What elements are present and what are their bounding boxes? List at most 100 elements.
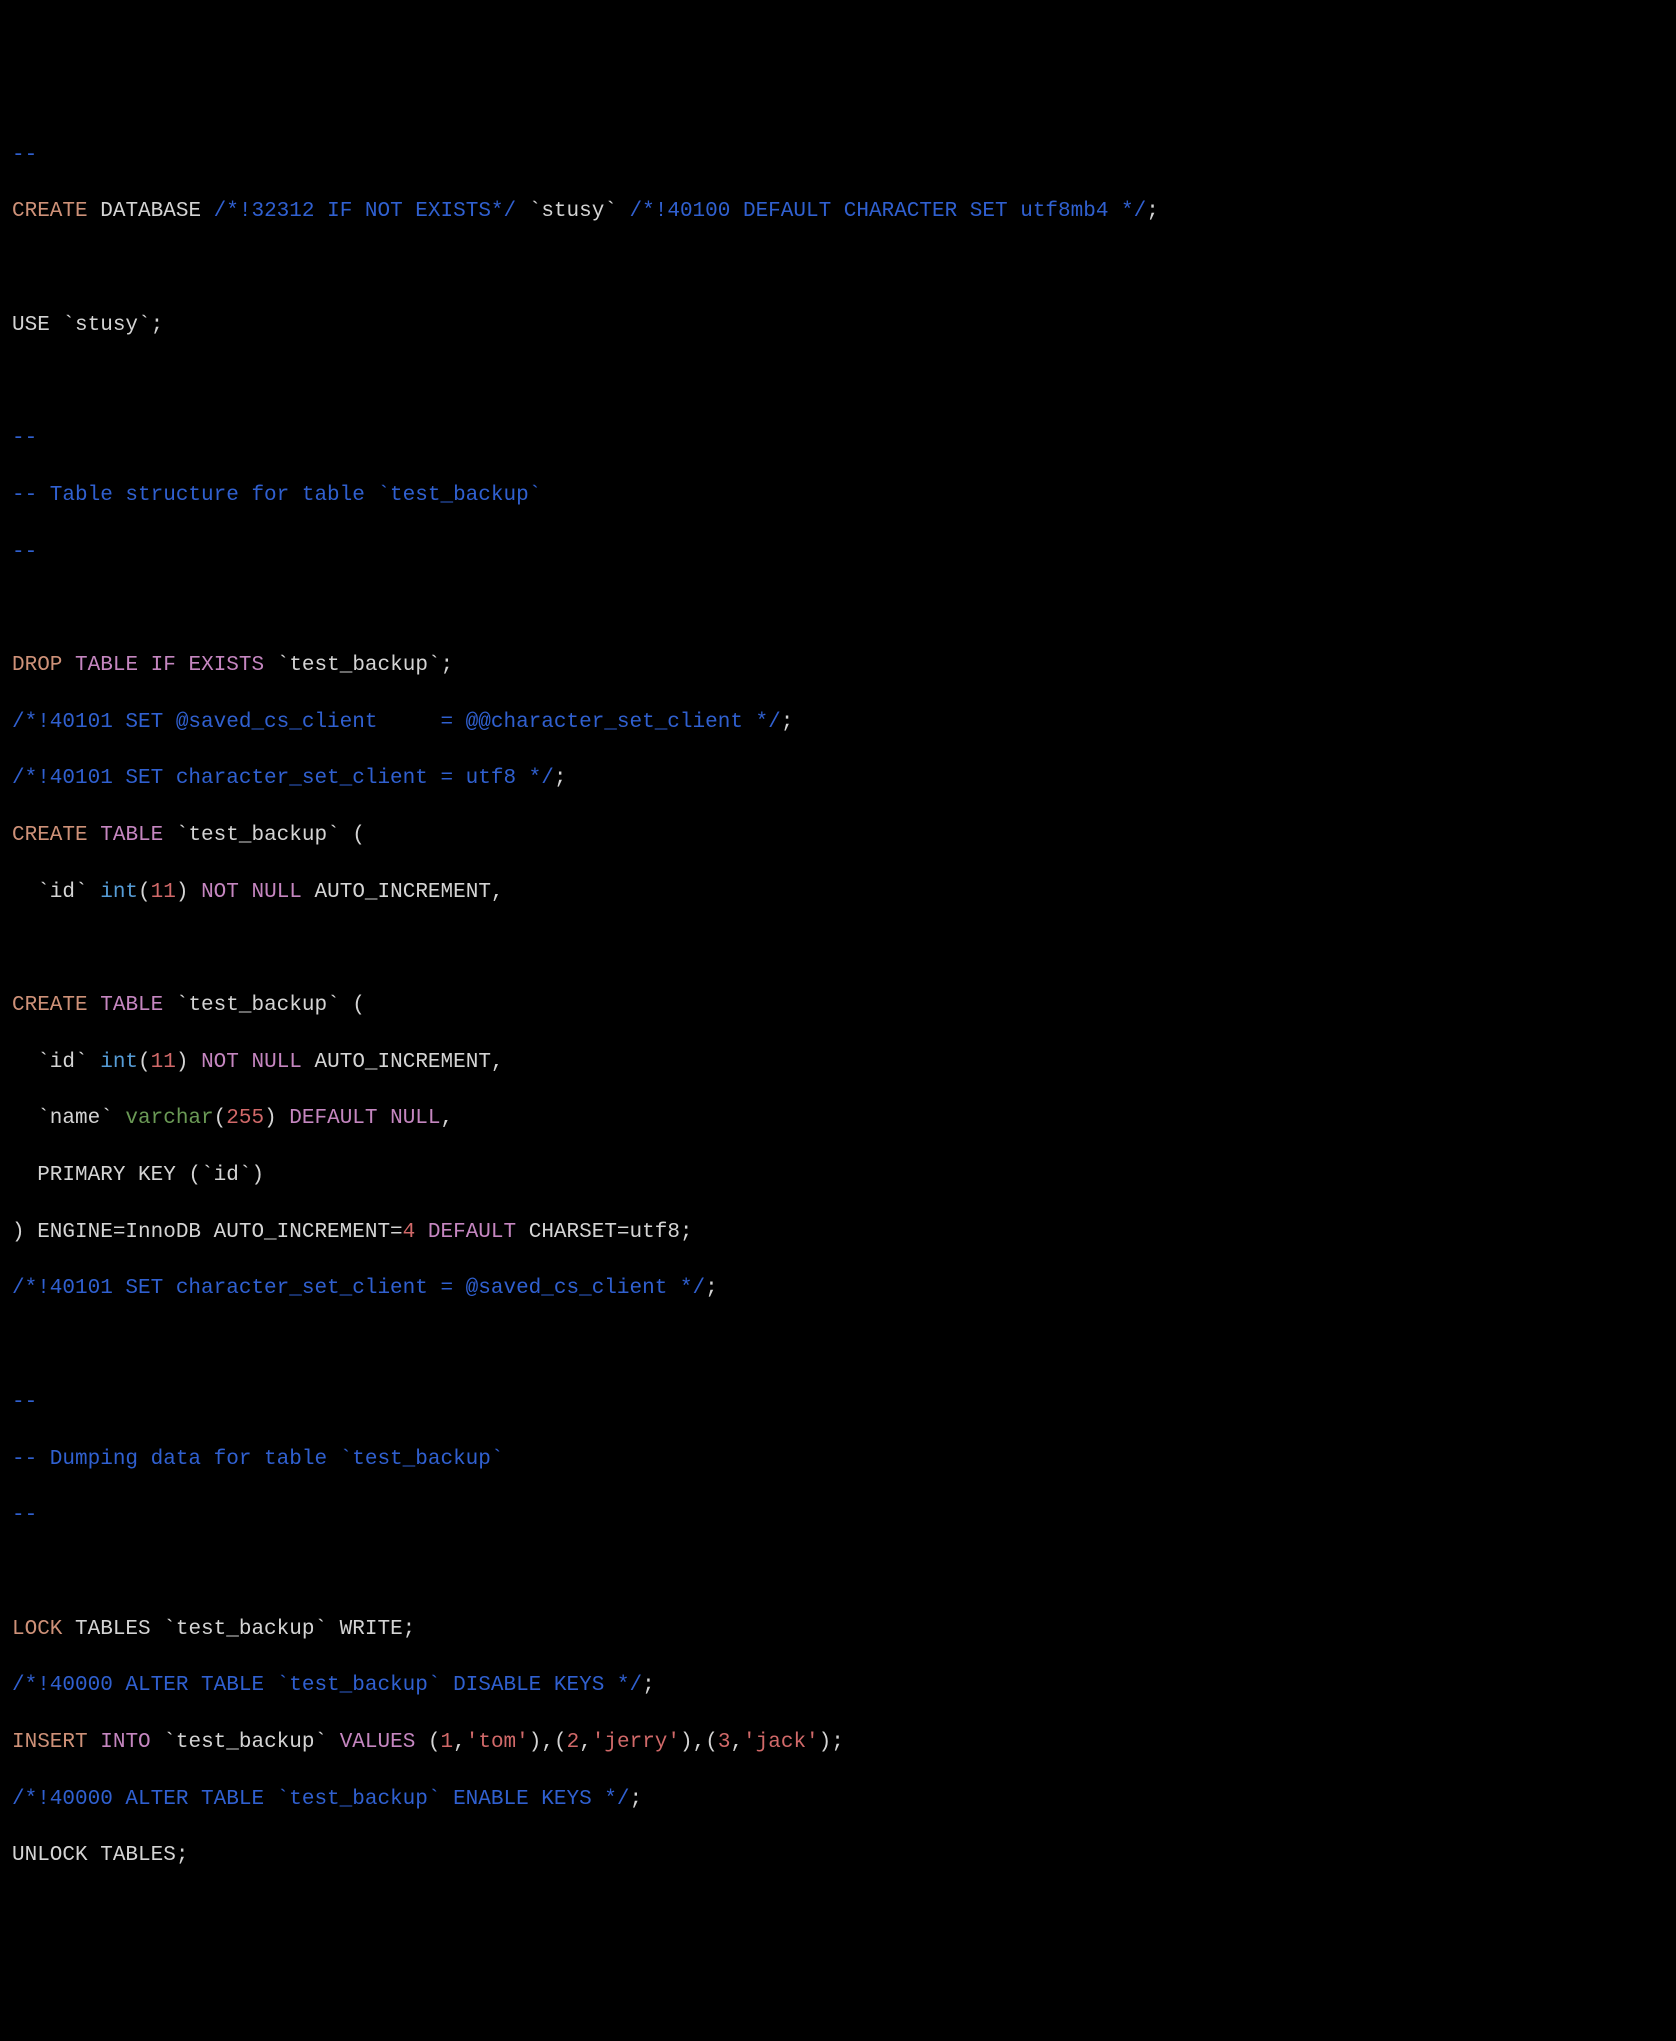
code-line-blank <box>12 1332 1664 1360</box>
sql-column-name: `name` <box>12 1107 125 1130</box>
code-line: DROP TABLE IF EXISTS `test_backup`; <box>12 652 1664 680</box>
sql-conditional-comment: /*!40100 DEFAULT CHARACTER SET utf8mb4 *… <box>630 200 1147 223</box>
sql-comment: -- <box>12 1504 37 1527</box>
sql-type-varchar: varchar <box>125 1107 213 1130</box>
sql-keyword-values: VALUES <box>340 1731 416 1754</box>
sql-type-int: int <box>100 881 138 904</box>
sql-keyword-database: DATABASE <box>100 200 201 223</box>
code-line: -- <box>12 1502 1664 1530</box>
sql-punct: ) <box>176 1051 201 1074</box>
code-line: /*!40101 SET character_set_client = utf8… <box>12 765 1664 793</box>
sql-keyword-if: IF <box>151 654 176 677</box>
sql-punct: ); <box>819 1731 844 1754</box>
sql-keyword-create: CREATE <box>12 200 88 223</box>
sql-comment: -- Dumping data for table `test_backup` <box>12 1448 503 1471</box>
code-line: /*!40000 ALTER TABLE `test_backup` ENABL… <box>12 1786 1664 1814</box>
sql-identifier: `test_backup` <box>151 1731 340 1754</box>
sql-punct: ; <box>554 767 567 790</box>
sql-keyword-table: TABLE <box>100 994 163 1017</box>
sql-punct: , <box>441 1107 454 1130</box>
sql-keyword-null: NULL <box>239 1051 302 1074</box>
sql-column-id: `id` <box>12 881 100 904</box>
sql-keyword-exists: EXISTS <box>188 654 264 677</box>
sql-identifier: `test_backup` ( <box>163 994 365 1017</box>
sql-comment: -- <box>12 427 37 450</box>
code-line: -- <box>12 539 1664 567</box>
sql-number: 3 <box>718 1731 731 1754</box>
sql-comment: -- <box>12 541 37 564</box>
sql-unlock-tables: UNLOCK TABLES; <box>12 1844 188 1867</box>
sql-keyword-create: CREATE <box>12 824 88 847</box>
sql-auto-increment: AUTO_INCREMENT, <box>302 881 504 904</box>
sql-punct: ),( <box>680 1731 718 1754</box>
sql-code-viewer: -- CREATE DATABASE /*!32312 IF NOT EXIST… <box>0 113 1676 1899</box>
sql-punct: , <box>579 1731 592 1754</box>
sql-type-int: int <box>100 1051 138 1074</box>
sql-conditional-comment: /*!40000 ALTER TABLE `test_backup` DISAB… <box>12 1674 642 1697</box>
sql-keyword-into: INTO <box>100 1731 150 1754</box>
sql-punct: ) <box>176 881 201 904</box>
code-line: -- <box>12 142 1664 170</box>
sql-punct: ; <box>705 1277 718 1300</box>
sql-keyword-lock: LOCK <box>12 1618 62 1641</box>
sql-string: 'tom' <box>466 1731 529 1754</box>
code-line-blank <box>12 255 1664 283</box>
sql-number: 1 <box>441 1731 454 1754</box>
sql-comment: -- <box>12 1391 37 1414</box>
sql-punct: ; <box>781 711 794 734</box>
code-line: CREATE DATABASE /*!32312 IF NOT EXISTS*/… <box>12 198 1664 226</box>
sql-punct: ( <box>214 1107 227 1130</box>
sql-punct: ( <box>138 1051 151 1074</box>
sql-charset: CHARSET=utf8; <box>516 1221 692 1244</box>
sql-keyword-table: TABLE <box>100 824 163 847</box>
sql-keyword-create: CREATE <box>12 994 88 1017</box>
sql-table-opts: ) ENGINE=InnoDB AUTO_INCREMENT= <box>12 1221 403 1244</box>
sql-primary-key: PRIMARY KEY (`id`) <box>12 1164 264 1187</box>
code-line: -- <box>12 425 1664 453</box>
sql-punct: ),( <box>529 1731 567 1754</box>
code-line: ) ENGINE=InnoDB AUTO_INCREMENT=4 DEFAULT… <box>12 1219 1664 1247</box>
sql-punct: ) <box>264 1107 289 1130</box>
sql-identifier: `test_backup` ( <box>163 824 365 847</box>
sql-number: 255 <box>226 1107 264 1130</box>
sql-keyword-null: NULL <box>239 881 302 904</box>
sql-punct: ; <box>1146 200 1159 223</box>
code-line-blank <box>12 1559 1664 1587</box>
code-line: PRIMARY KEY (`id`) <box>12 1162 1664 1190</box>
sql-identifier: `test_backup`; <box>264 654 453 677</box>
sql-number: 4 <box>403 1221 416 1244</box>
code-line: -- Dumping data for table `test_backup` <box>12 1446 1664 1474</box>
code-line: LOCK TABLES `test_backup` WRITE; <box>12 1616 1664 1644</box>
sql-conditional-comment: /*!40101 SET character_set_client = utf8… <box>12 767 554 790</box>
code-line: INSERT INTO `test_backup` VALUES (1,'tom… <box>12 1729 1664 1757</box>
code-line: USE `stusy`; <box>12 312 1664 340</box>
sql-keyword-insert: INSERT <box>12 1731 88 1754</box>
code-line-blank <box>12 935 1664 963</box>
sql-keyword-drop: DROP <box>12 654 62 677</box>
code-line: UNLOCK TABLES; <box>12 1842 1664 1870</box>
sql-comment: -- Table structure for table `test_backu… <box>12 484 541 507</box>
sql-use-statement: USE `stusy`; <box>12 314 163 337</box>
sql-lock-tables: TABLES `test_backup` WRITE; <box>62 1618 415 1641</box>
sql-auto-increment: AUTO_INCREMENT, <box>302 1051 504 1074</box>
sql-punct: ( <box>138 881 151 904</box>
sql-punct: , <box>453 1731 466 1754</box>
sql-punct: ; <box>642 1674 655 1697</box>
sql-conditional-comment: /*!32312 IF NOT EXISTS*/ <box>214 200 516 223</box>
code-line: CREATE TABLE `test_backup` ( <box>12 992 1664 1020</box>
sql-punct: , <box>730 1731 743 1754</box>
code-line: `name` varchar(255) DEFAULT NULL, <box>12 1105 1664 1133</box>
sql-keyword-null: NULL <box>378 1107 441 1130</box>
sql-keyword-table: TABLE <box>75 654 138 677</box>
code-line: `id` int(11) NOT NULL AUTO_INCREMENT, <box>12 1049 1664 1077</box>
sql-conditional-comment: /*!40000 ALTER TABLE `test_backup` ENABL… <box>12 1788 630 1811</box>
sql-string: 'jerry' <box>592 1731 680 1754</box>
sql-keyword-default: DEFAULT <box>289 1107 377 1130</box>
sql-keyword-not: NOT <box>201 1051 239 1074</box>
sql-column-id: `id` <box>12 1051 100 1074</box>
sql-punct: ; <box>630 1788 643 1811</box>
code-line-blank <box>12 368 1664 396</box>
sql-punct: ( <box>415 1731 440 1754</box>
code-line: /*!40000 ALTER TABLE `test_backup` DISAB… <box>12 1672 1664 1700</box>
sql-keyword-not: NOT <box>201 881 239 904</box>
